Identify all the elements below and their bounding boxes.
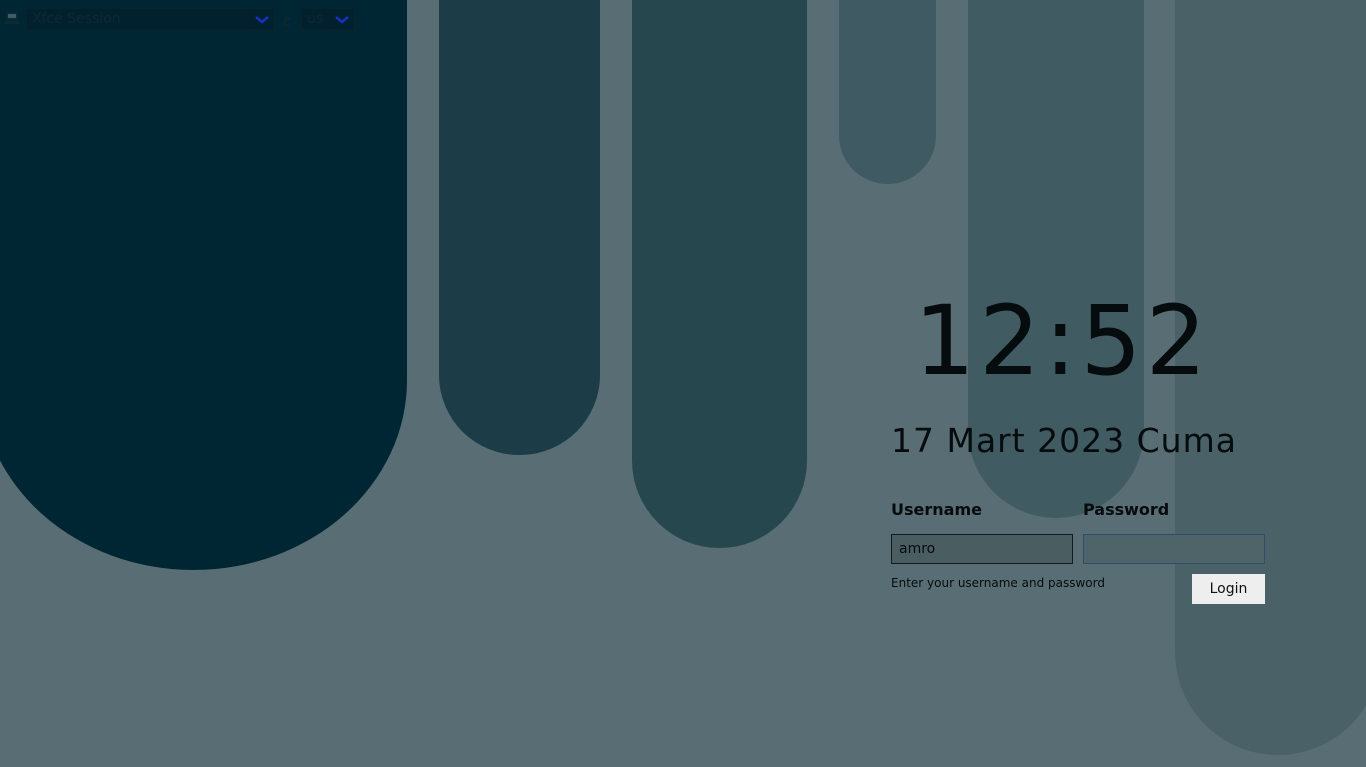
login-screen: Xfce Session ع us 12:52 17 Mart 2023 Cum… (0, 0, 1366, 767)
username-field[interactable] (891, 534, 1073, 564)
session-select[interactable]: Xfce Session (27, 9, 273, 29)
clock-time: 12:52 (914, 285, 1211, 397)
keyboard-layout-icon: ع (283, 9, 292, 27)
chevron-down-icon[interactable] (330, 10, 352, 28)
password-label: Password (1083, 500, 1170, 519)
keyboard-layout-value: us (307, 11, 324, 27)
computer-icon (5, 12, 19, 24)
password-field[interactable] (1083, 534, 1265, 564)
username-label: Username (891, 500, 982, 519)
background-pillar (632, 0, 807, 548)
background-pillar (0, 0, 407, 570)
chevron-down-icon[interactable] (250, 10, 272, 28)
login-button[interactable]: Login (1192, 574, 1265, 604)
session-select-value: Xfce Session (32, 11, 121, 27)
status-message: Enter your username and password (891, 576, 1105, 590)
background-pillar (439, 0, 600, 455)
keyboard-layout-select[interactable]: us (302, 9, 353, 29)
background-pillar (839, 0, 936, 184)
clock-date: 17 Mart 2023 Cuma (891, 421, 1237, 460)
